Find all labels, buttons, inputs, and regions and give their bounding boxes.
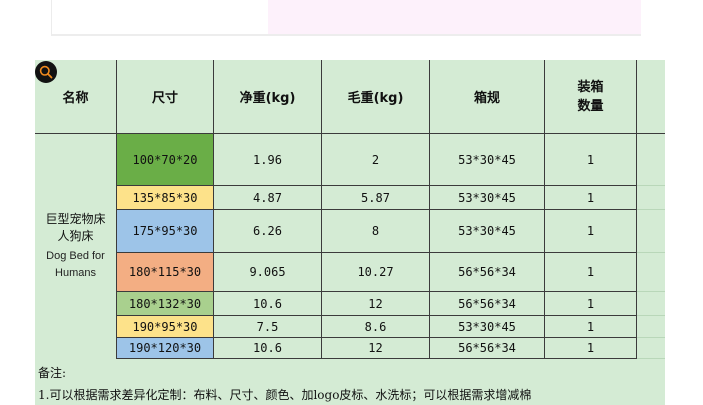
carton-cell: 56*56*34 [430, 292, 545, 316]
header-gross-weight: 毛重(kg) [322, 60, 430, 134]
size-cell: 135*85*30 [117, 186, 214, 210]
gross-weight-cell: 10.27 [322, 253, 430, 292]
notes-line-1: 1.可以根据需求差异化定制：布料、尺寸、颜色、加logo皮标、水洗标；可以根据需… [38, 388, 532, 402]
header-size: 尺寸 [117, 60, 214, 134]
spec-sheet: 名称 尺寸 净重(kg) 毛重(kg) 箱规 装箱 数量 巨型宠物床 人狗床 D… [35, 60, 665, 405]
carton-cell: 56*56*34 [430, 253, 545, 292]
carton-cell: 53*30*45 [430, 210, 545, 253]
top-strip-right [268, 0, 641, 36]
net-weight-cell: 4.87 [214, 186, 322, 210]
extra-column-cell [637, 338, 665, 359]
carton-cell: 53*30*45 [430, 134, 545, 186]
net-weight-cell: 6.26 [214, 210, 322, 253]
gross-weight-cell: 8.6 [322, 316, 430, 338]
product-name-cell: 巨型宠物床 人狗床 Dog Bed for Humans [35, 134, 117, 359]
top-strip-left [51, 0, 268, 36]
zoom-in-icon [39, 65, 53, 79]
quantity-cell: 1 [545, 134, 637, 186]
header-quantity: 装箱 数量 [545, 60, 637, 134]
size-cell: 180*132*30 [117, 292, 214, 316]
gross-weight-cell: 8 [322, 210, 430, 253]
extra-column-cell [637, 210, 665, 253]
product-name-en-line2: Humans [55, 267, 96, 279]
header-carton: 箱规 [430, 60, 545, 134]
extra-column-cell [637, 316, 665, 338]
notes-section: 备注: 1.可以根据需求差异化定制：布料、尺寸、颜色、加logo皮标、水洗标；可… [35, 359, 665, 405]
quantity-cell: 1 [545, 253, 637, 292]
header-quantity-line1: 装箱 [577, 79, 604, 95]
size-cell: 175*95*30 [117, 210, 214, 253]
product-name-cn-line1: 巨型宠物床 [45, 212, 106, 226]
gross-weight-cell: 2 [322, 134, 430, 186]
gross-weight-cell: 12 [322, 338, 430, 359]
extra-column-cell [637, 134, 665, 186]
quantity-cell: 1 [545, 338, 637, 359]
size-cell: 190*95*30 [117, 316, 214, 338]
carton-cell: 56*56*34 [430, 338, 545, 359]
quantity-cell: 1 [545, 292, 637, 316]
quantity-cell: 1 [545, 316, 637, 338]
notes-title: 备注: [38, 366, 67, 380]
net-weight-cell: 10.6 [214, 292, 322, 316]
size-cell: 100*70*20 [117, 134, 214, 186]
net-weight-cell: 10.6 [214, 338, 322, 359]
quantity-cell: 1 [545, 186, 637, 210]
net-weight-cell: 9.065 [214, 253, 322, 292]
header-net-weight: 净重(kg) [214, 60, 322, 134]
gross-weight-cell: 12 [322, 292, 430, 316]
extra-column-cell [637, 253, 665, 292]
extra-column-cell [637, 186, 665, 210]
product-name-en-line1: Dog Bed for [46, 250, 105, 262]
size-cell: 190*120*30 [117, 338, 214, 359]
net-weight-cell: 7.5 [214, 316, 322, 338]
top-image-strip [51, 0, 641, 36]
net-weight-cell: 1.96 [214, 134, 322, 186]
zoom-button[interactable] [35, 61, 57, 83]
extra-column-header [637, 60, 665, 134]
gross-weight-cell: 5.87 [322, 186, 430, 210]
carton-cell: 53*30*45 [430, 186, 545, 210]
header-quantity-line2: 数量 [577, 98, 604, 114]
size-cell: 180*115*30 [117, 253, 214, 292]
product-name-cn-line2: 人狗床 [57, 229, 94, 243]
extra-column-cell [637, 292, 665, 316]
carton-cell: 53*30*45 [430, 316, 545, 338]
quantity-cell: 1 [545, 210, 637, 253]
